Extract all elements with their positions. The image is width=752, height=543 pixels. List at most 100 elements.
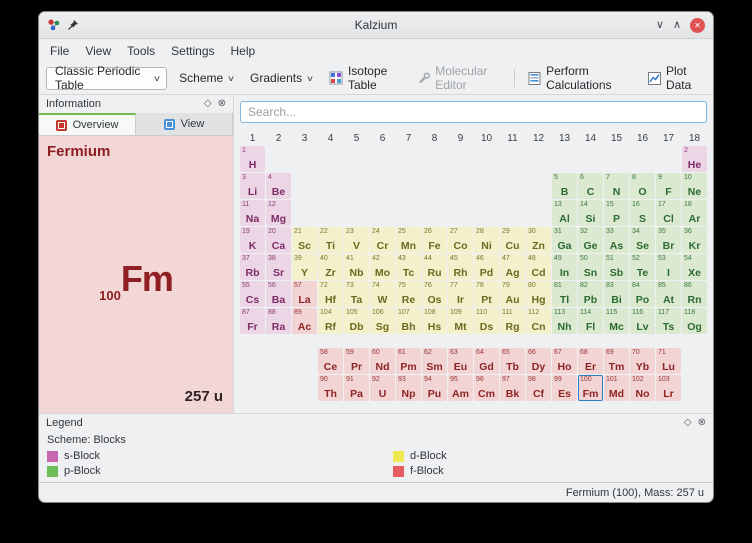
element-Ac[interactable]: 89Ac <box>292 308 317 334</box>
pin-icon[interactable] <box>67 19 79 31</box>
search-input[interactable] <box>240 101 707 123</box>
element-Fe[interactable]: 26Fe <box>422 227 447 253</box>
tab-view[interactable]: View <box>136 113 233 135</box>
menu-settings[interactable]: Settings <box>163 41 222 61</box>
element-He[interactable]: 2He <box>682 146 707 172</box>
element-Ni[interactable]: 28Ni <box>474 227 499 253</box>
element-V[interactable]: 23V <box>344 227 369 253</box>
element-P[interactable]: 15P <box>604 200 629 226</box>
float-panel-icon[interactable]: ◇ <box>204 99 212 109</box>
close-panel-icon[interactable]: ⊗ <box>698 418 706 428</box>
element-Cr[interactable]: 24Cr <box>370 227 395 253</box>
element-Pu[interactable]: 94Pu <box>422 375 447 401</box>
element-Fm[interactable]: 100Fm <box>578 375 603 401</box>
element-Np[interactable]: 93Np <box>396 375 421 401</box>
element-Es[interactable]: 99Es <box>552 375 577 401</box>
element-Os[interactable]: 76Os <box>422 281 447 307</box>
element-U[interactable]: 92U <box>370 375 395 401</box>
element-Hg[interactable]: 80Hg <box>526 281 551 307</box>
element-Zn[interactable]: 30Zn <box>526 227 551 253</box>
element-Fl[interactable]: 114Fl <box>578 308 603 334</box>
element-Mt[interactable]: 109Mt <box>448 308 473 334</box>
element-Am[interactable]: 95Am <box>448 375 473 401</box>
element-Mc[interactable]: 115Mc <box>604 308 629 334</box>
element-Ho[interactable]: 67Ho <box>552 348 577 374</box>
element-H[interactable]: 1H <box>240 146 265 172</box>
element-Ca[interactable]: 20Ca <box>266 227 291 253</box>
element-Sm[interactable]: 62Sm <box>422 348 447 374</box>
element-At[interactable]: 85At <box>656 281 681 307</box>
element-Rn[interactable]: 86Rn <box>682 281 707 307</box>
element-Rf[interactable]: 104Rf <box>318 308 343 334</box>
element-Ag[interactable]: 47Ag <box>500 254 525 280</box>
element-Cl[interactable]: 17Cl <box>656 200 681 226</box>
element-Hs[interactable]: 108Hs <box>422 308 447 334</box>
element-Tl[interactable]: 81Tl <box>552 281 577 307</box>
element-Ga[interactable]: 31Ga <box>552 227 577 253</box>
element-Nb[interactable]: 41Nb <box>344 254 369 280</box>
element-Se[interactable]: 34Se <box>630 227 655 253</box>
element-Rb[interactable]: 37Rb <box>240 254 265 280</box>
element-I[interactable]: 53I <box>656 254 681 280</box>
element-Cu[interactable]: 29Cu <box>500 227 525 253</box>
element-N[interactable]: 7N <box>604 173 629 199</box>
element-Ba[interactable]: 56Ba <box>266 281 291 307</box>
element-Sn[interactable]: 50Sn <box>578 254 603 280</box>
element-Na[interactable]: 11Na <box>240 200 265 226</box>
isotope-table-button[interactable]: Isotope Table <box>325 61 405 95</box>
element-Sg[interactable]: 106Sg <box>370 308 395 334</box>
element-As[interactable]: 33As <box>604 227 629 253</box>
element-O[interactable]: 8O <box>630 173 655 199</box>
element-Cm[interactable]: 96Cm <box>474 375 499 401</box>
element-Pb[interactable]: 82Pb <box>578 281 603 307</box>
element-Dy[interactable]: 66Dy <box>526 348 551 374</box>
element-Mo[interactable]: 42Mo <box>370 254 395 280</box>
element-In[interactable]: 49In <box>552 254 577 280</box>
minimize-button[interactable]: ∨ <box>656 20 664 31</box>
element-Hf[interactable]: 72Hf <box>318 281 343 307</box>
perform-calculations-button[interactable]: Perform Calculations <box>524 61 636 95</box>
element-Au[interactable]: 79Au <box>500 281 525 307</box>
element-Ds[interactable]: 110Ds <box>474 308 499 334</box>
element-Pt[interactable]: 78Pt <box>474 281 499 307</box>
element-Y[interactable]: 39Y <box>292 254 317 280</box>
menu-file[interactable]: File <box>42 41 77 61</box>
element-Eu[interactable]: 63Eu <box>448 348 473 374</box>
element-Ts[interactable]: 117Ts <box>656 308 681 334</box>
element-Pm[interactable]: 61Pm <box>396 348 421 374</box>
gradients-dropdown[interactable]: Gradients ∨ <box>246 68 317 88</box>
element-Sc[interactable]: 21Sc <box>292 227 317 253</box>
menu-view[interactable]: View <box>77 41 119 61</box>
element-Bk[interactable]: 97Bk <box>500 375 525 401</box>
element-Be[interactable]: 4Be <box>266 173 291 199</box>
element-Ce[interactable]: 58Ce <box>318 348 343 374</box>
element-Gd[interactable]: 64Gd <box>474 348 499 374</box>
element-Tm[interactable]: 69Tm <box>604 348 629 374</box>
element-Ra[interactable]: 88Ra <box>266 308 291 334</box>
element-Pa[interactable]: 91Pa <box>344 375 369 401</box>
element-La[interactable]: 57La <box>292 281 317 307</box>
element-Kr[interactable]: 36Kr <box>682 227 707 253</box>
titlebar[interactable]: Kalzium ∨ ∧ ✕ <box>39 12 713 39</box>
element-Mg[interactable]: 12Mg <box>266 200 291 226</box>
element-Th[interactable]: 90Th <box>318 375 343 401</box>
element-Er[interactable]: 68Er <box>578 348 603 374</box>
element-Lv[interactable]: 116Lv <box>630 308 655 334</box>
element-Sb[interactable]: 51Sb <box>604 254 629 280</box>
element-Ru[interactable]: 44Ru <box>422 254 447 280</box>
element-Ta[interactable]: 73Ta <box>344 281 369 307</box>
element-Cf[interactable]: 98Cf <box>526 375 551 401</box>
menu-help[interactable]: Help <box>223 41 264 61</box>
element-Ir[interactable]: 77Ir <box>448 281 473 307</box>
plot-data-button[interactable]: Plot Data <box>644 61 706 95</box>
element-Tb[interactable]: 65Tb <box>500 348 525 374</box>
element-C[interactable]: 6C <box>578 173 603 199</box>
element-Rh[interactable]: 45Rh <box>448 254 473 280</box>
element-Cs[interactable]: 55Cs <box>240 281 265 307</box>
float-panel-icon[interactable]: ◇ <box>684 418 692 428</box>
element-Re[interactable]: 75Re <box>396 281 421 307</box>
element-Md[interactable]: 101Md <box>604 375 629 401</box>
element-F[interactable]: 9F <box>656 173 681 199</box>
scheme-dropdown[interactable]: Scheme ∨ <box>175 68 238 88</box>
element-Al[interactable]: 13Al <box>552 200 577 226</box>
